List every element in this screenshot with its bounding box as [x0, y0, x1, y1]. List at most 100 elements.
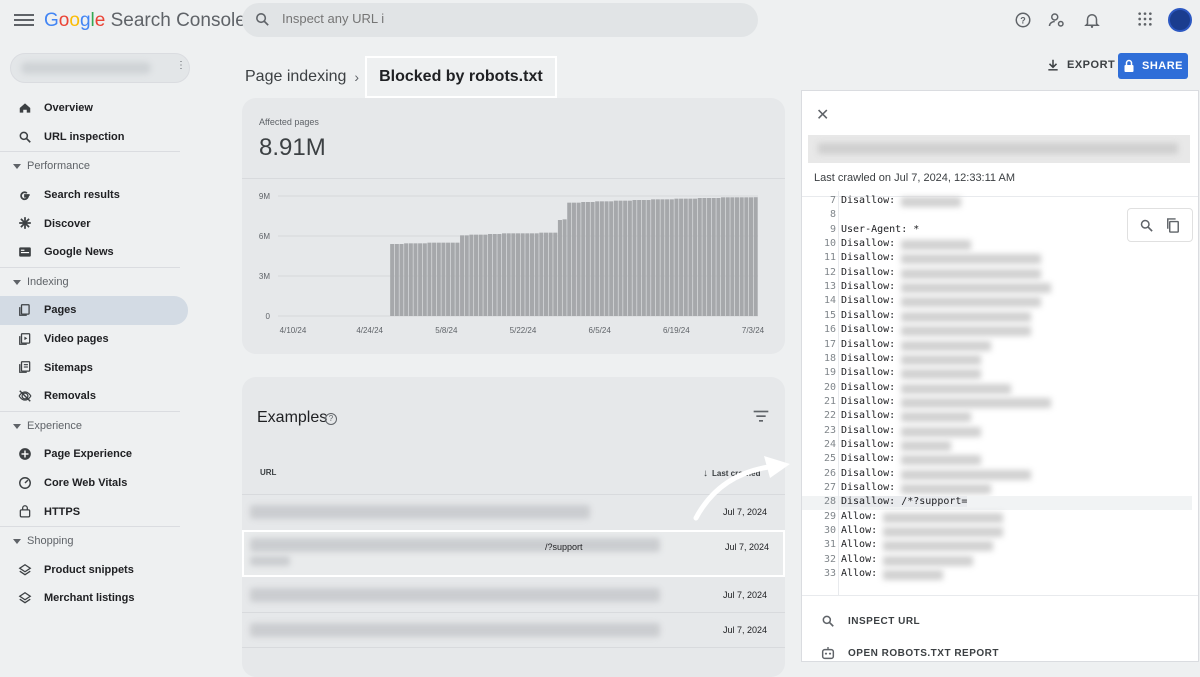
close-icon[interactable]: ✕ [816, 105, 829, 125]
chart-bar [497, 234, 502, 316]
chart-bar [693, 198, 698, 316]
apps-grid-icon[interactable] [1137, 11, 1153, 27]
url-redacted [250, 538, 660, 552]
line-number: 27 [823, 482, 836, 493]
sidebar-item-pages[interactable]: Pages [0, 296, 188, 325]
sidebar-item-label: Product snippets [44, 563, 134, 576]
table-row[interactable]: Jul 7, 2024 [242, 612, 785, 647]
lock-icon [1124, 59, 1134, 72]
value-redacted [900, 426, 981, 437]
x-tick-label: 4/24/24 [356, 326, 383, 335]
line-text: Allow: [841, 539, 878, 551]
sidebar-item-page-experience[interactable]: Page Experience [0, 440, 200, 469]
line-number: 33 [823, 568, 836, 580]
chart-bar [651, 199, 656, 316]
lock-icon [19, 505, 31, 518]
row-date: Jul 7, 2024 [723, 589, 768, 600]
chart-bar [464, 235, 469, 316]
line-text: Disallow: [841, 467, 896, 479]
value-redacted [882, 555, 973, 566]
sidebar-section-experience[interactable]: Experience [0, 412, 200, 441]
robots-txt-code[interactable]: 7 Disallow: 8 9 User-Agent: * 10 Disallow: 11 Di… [802, 191, 1192, 595]
open-robots-report-label: OPEN ROBOTS.TXT REPORT [848, 648, 1000, 659]
chart-bar [427, 242, 432, 316]
chart-bar [557, 220, 562, 316]
app-logo[interactable]: Google Search Console [44, 10, 246, 32]
line-number: 13 [823, 281, 836, 293]
account-avatar[interactable] [1168, 8, 1192, 32]
code-line: 30 Allow: [802, 525, 1192, 539]
inspect-url-action[interactable]: INSPECT URL [802, 608, 1200, 634]
line-text: Disallow: [841, 252, 896, 264]
line-text: Disallow: [841, 367, 896, 379]
line-text: Disallow: [841, 482, 896, 493]
search-input[interactable] [282, 11, 582, 26]
line-text: Disallow: [841, 309, 896, 321]
code-gutter [838, 191, 839, 595]
sidebar-item-google-news[interactable]: Google News [0, 238, 200, 267]
chart-bar [707, 198, 712, 316]
breadcrumb-page-indexing[interactable]: Page indexing [245, 68, 346, 86]
table-row-highlighted[interactable]: /?support Jul 7, 2024 [242, 530, 785, 577]
x-tick-label: 6/5/24 [589, 326, 612, 335]
sidebar-item-search-results[interactable]: Search results [0, 181, 200, 210]
chart-bar [609, 201, 614, 316]
open-robots-report-action[interactable]: OPEN ROBOTS.TXT REPORT [802, 640, 1200, 662]
user-settings-icon[interactable] [1048, 11, 1066, 29]
sitemap-icon [19, 361, 31, 374]
line-text: Disallow: [841, 238, 896, 250]
chart-bar [721, 197, 726, 316]
sidebar-section-performance[interactable]: Performance [0, 152, 200, 181]
sidebar-section-indexing[interactable]: Indexing [0, 268, 200, 297]
notifications-icon[interactable] [1083, 11, 1101, 29]
code-line: 21 Disallow: [802, 396, 1192, 410]
property-name-redacted [21, 62, 151, 74]
chart-bar [613, 200, 618, 316]
chart-bar [739, 197, 744, 316]
card-divider [242, 178, 785, 179]
copy-icon[interactable] [1165, 217, 1181, 234]
line-number: 19 [823, 367, 836, 379]
sidebar-item-overview[interactable]: Overview [0, 94, 200, 123]
chart-bar [446, 242, 451, 316]
sidebar-item-discover[interactable]: Discover [0, 209, 200, 238]
url-inspect-search[interactable] [242, 3, 758, 37]
chart-bar [492, 234, 497, 316]
sidebar-item-product-snippets[interactable]: Product snippets [0, 556, 200, 585]
chart-bar [730, 197, 735, 316]
help-icon[interactable]: ? [325, 413, 337, 425]
sidebar-item-https[interactable]: HTTPS [0, 497, 200, 526]
share-button[interactable]: SHARE [1118, 53, 1188, 79]
sidebar-item-core-web-vitals[interactable]: Core Web Vitals [0, 469, 200, 498]
chart-bar [506, 233, 511, 316]
value-redacted [900, 197, 961, 207]
sidebar-item-sitemaps[interactable]: Sitemaps [0, 353, 200, 382]
url-fragment: /?support [545, 542, 583, 552]
value-redacted [900, 354, 981, 365]
chart-bar [432, 242, 437, 316]
line-number: 31 [823, 539, 836, 551]
sidebar-item-label: Discover [44, 217, 91, 230]
line-number: 23 [823, 424, 836, 436]
chart-bar [646, 200, 651, 316]
sidebar-item-removals[interactable]: Removals [0, 382, 200, 411]
code-line: 15 Disallow: [802, 310, 1192, 324]
sidebar-item-video-pages[interactable]: Video pages [0, 325, 200, 354]
code-line: 14 Disallow: [802, 295, 1192, 309]
property-selector[interactable]: ⋮ [10, 53, 190, 83]
sidebar-item-url-inspection[interactable]: URL inspection [0, 123, 200, 152]
table-row[interactable]: Jul 7, 2024 [242, 577, 785, 612]
chart-bar [548, 232, 553, 316]
sidebar-section-shopping[interactable]: Shopping [0, 527, 200, 556]
chart-bar [576, 202, 581, 316]
code-line: 26 Disallow: [802, 468, 1192, 482]
menu-icon[interactable] [14, 11, 34, 31]
help-icon[interactable]: ? [1014, 11, 1032, 29]
robot-icon [821, 647, 835, 660]
sidebar-item-merchant-listings[interactable]: Merchant listings [0, 584, 200, 613]
export-button[interactable]: EXPORT [1046, 58, 1115, 72]
search-icon[interactable] [1139, 218, 1154, 233]
breadcrumb: Page indexing › Blocked by robots.txt [245, 56, 557, 98]
column-header-url[interactable]: URL [260, 468, 276, 477]
filter-icon[interactable] [753, 409, 769, 423]
